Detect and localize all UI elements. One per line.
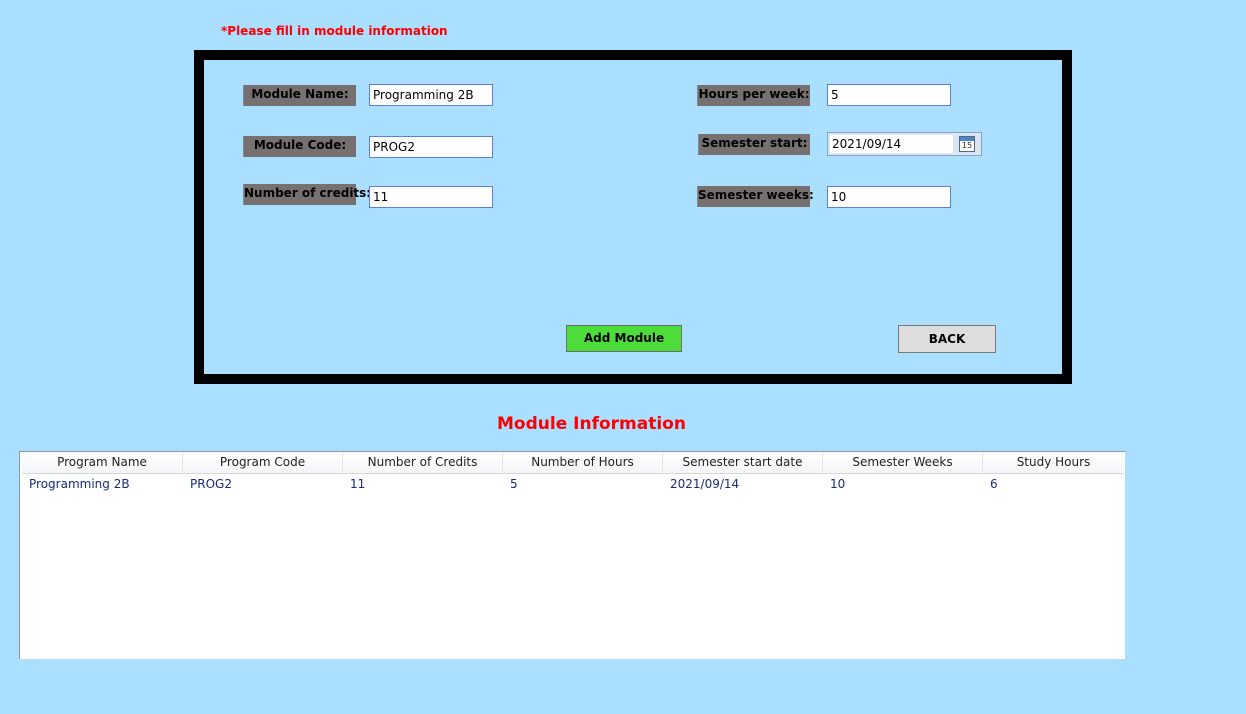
add-module-button[interactable]: Add Module bbox=[566, 325, 682, 352]
column-header-study-hours[interactable]: Study Hours bbox=[983, 452, 1124, 473]
column-header-semester-start-date[interactable]: Semester start date bbox=[663, 452, 823, 473]
semester-start-label: Semester start: bbox=[698, 134, 810, 155]
credits-label: Number of credits: bbox=[243, 184, 371, 205]
cell-study-hours: 6 bbox=[990, 477, 998, 491]
column-header-number-of-credits[interactable]: Number of Credits bbox=[343, 452, 503, 473]
column-header-program-code[interactable]: Program Code bbox=[183, 452, 343, 473]
column-header-semester-weeks[interactable]: Semester Weeks bbox=[823, 452, 983, 473]
cell-number-of-hours: 5 bbox=[510, 477, 518, 491]
cell-semester-weeks: 10 bbox=[830, 477, 846, 491]
module-code-label: Module Code: bbox=[243, 136, 356, 157]
calendar-icon-day: 15 bbox=[961, 141, 973, 150]
semester-weeks-label: Semester weeks: bbox=[697, 186, 814, 207]
column-header-program-name[interactable]: Program Name bbox=[22, 452, 183, 473]
table-header: Program Name Program Code Number of Cred… bbox=[22, 452, 1124, 474]
back-button[interactable]: BACK bbox=[898, 325, 996, 353]
table-row[interactable]: Programming 2B PROG2 11 5 2021/09/14 10 … bbox=[22, 474, 1124, 494]
module-name-input[interactable]: Programming 2B bbox=[369, 84, 493, 106]
cell-semester-start-date: 2021/09/14 bbox=[670, 477, 740, 491]
hours-per-week-input[interactable]: 5 bbox=[827, 84, 951, 106]
module-information-title: Module Information bbox=[497, 414, 686, 434]
calendar-icon[interactable]: 15 bbox=[959, 136, 975, 152]
module-code-input[interactable]: PROG2 bbox=[369, 136, 493, 158]
credits-input[interactable]: 11 bbox=[369, 186, 493, 208]
cell-program-name: Programming 2B bbox=[29, 477, 130, 491]
hours-per-week-label: Hours per week: bbox=[697, 85, 810, 106]
column-header-number-of-hours[interactable]: Number of Hours bbox=[503, 452, 663, 473]
semester-start-date-text[interactable]: 2021/09/14 bbox=[830, 135, 953, 153]
module-name-label: Module Name: bbox=[243, 85, 356, 106]
semester-weeks-input[interactable]: 10 bbox=[827, 186, 951, 208]
semester-start-datepicker[interactable]: 2021/09/14 15 bbox=[827, 132, 982, 156]
cell-program-code: PROG2 bbox=[190, 477, 232, 491]
form-instruction-notice: *Please fill in module information bbox=[221, 24, 448, 38]
module-information-table[interactable]: Program Name Program Code Number of Cred… bbox=[19, 451, 1125, 659]
cell-number-of-credits: 11 bbox=[350, 477, 366, 491]
